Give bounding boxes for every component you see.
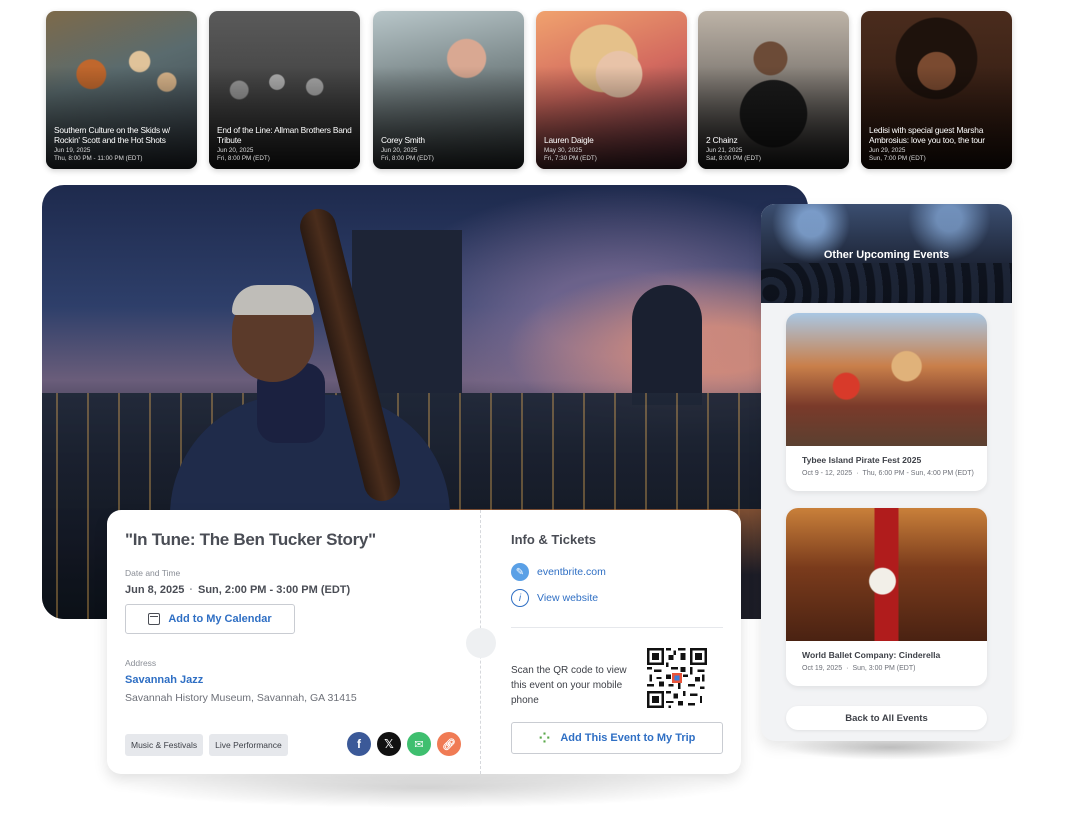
event-card[interactable]: Ledisi with special guest Marsha Ambrosi…	[861, 11, 1012, 169]
date-label: Date and Time	[125, 568, 181, 578]
event-card-date: Jun 29, 2025	[869, 147, 906, 154]
event-card[interactable]: Southern Culture on the Skids w/ Rockin'…	[46, 11, 197, 169]
event-card-title: Ledisi with special guest Marsha Ambrosi…	[869, 125, 985, 145]
website-link-label: View website	[537, 592, 599, 604]
sidebar-event-datetime: Oct 19, 2025 · Sun, 3:00 PM (EDT)	[802, 665, 916, 672]
tag-chip[interactable]: Live Performance	[209, 734, 288, 756]
sidebar-title: Other Upcoming Events	[823, 249, 950, 261]
dome-silhouette	[632, 285, 702, 405]
facebook-icon[interactable]: f	[347, 732, 371, 756]
sidebar-event-time: Thu, 6:00 PM - Sun, 4:00 PM (EDT)	[862, 470, 974, 477]
add-to-calendar-button[interactable]: Add to My Calendar	[125, 604, 295, 634]
sidebar-event-title: Tybee Island Pirate Fest 2025	[802, 455, 922, 465]
event-card-date: Jun 20, 2025	[381, 147, 418, 154]
sidebar-header: Other Upcoming Events	[761, 204, 1012, 303]
event-card-time: Fri, 8:00 PM (EDT)	[217, 154, 270, 162]
event-card[interactable]: End of the Line: Allman Brothers Band Tr…	[209, 11, 360, 169]
calendar-icon	[148, 613, 161, 625]
ticket-link-label: eventbrite.com	[537, 566, 606, 578]
info-icon: i	[511, 589, 529, 607]
event-card-date: Jun 20, 2025	[217, 147, 254, 154]
qr-instructions: Scan the QR code to view this event on y…	[511, 665, 627, 706]
event-card-date: Jun 21, 2025	[706, 147, 743, 154]
event-date: Jun 8, 2025	[125, 584, 185, 596]
sidebar-event-date: Oct 19, 2025	[802, 665, 843, 672]
event-card-date: Jun 19, 2025	[54, 147, 91, 154]
event-card-title: Southern Culture on the Skids w/ Rockin'…	[54, 125, 171, 145]
qr-code	[647, 648, 707, 708]
event-card-title: Corey Smith	[381, 135, 425, 145]
sidebar-event-time: Sun, 3:00 PM (EDT)	[852, 665, 916, 672]
event-image	[786, 508, 987, 641]
event-card-time: Thu, 8:00 PM - 11:00 PM (EDT)	[54, 154, 143, 162]
event-detail-panel: "In Tune: The Ben Tucker Story" Date and…	[107, 510, 741, 774]
share-buttons: f 𝕏 ✉ 🔗︎	[347, 732, 461, 756]
event-card-title: Lauren Daigle	[544, 135, 594, 145]
ticket-notch	[466, 628, 496, 658]
email-icon[interactable]: ✉	[407, 732, 431, 756]
address-label: Address	[125, 658, 157, 668]
add-to-trip-label: Add This Event to My Trip	[560, 732, 696, 744]
tag-chip[interactable]: Music & Festivals	[125, 734, 204, 756]
add-to-calendar-label: Add to My Calendar	[168, 613, 272, 625]
concert-crowd-image	[761, 263, 1012, 303]
event-time: Sun, 2:00 PM - 3:00 PM (EDT)	[198, 584, 351, 596]
sidebar-event-card[interactable]: Tybee Island Pirate Fest 2025 Oct 9 - 12…	[786, 313, 987, 491]
trip-pin-icon: ⁘	[538, 729, 551, 746]
sidebar-event-datetime: Oct 9 - 12, 2025 · Thu, 6:00 PM - Sun, 4:0…	[802, 470, 974, 477]
x-icon[interactable]: 𝕏	[377, 732, 401, 756]
event-card[interactable]: Corey Smith Jun 20, 2025 Fri, 8:00 PM (E…	[373, 11, 524, 169]
venue-link[interactable]: Savannah Jazz	[125, 674, 203, 686]
event-title: "In Tune: The Ben Tucker Story"	[125, 530, 376, 549]
ticket-icon: ✎	[511, 563, 529, 581]
event-card-time: Fri, 7:30 PM (EDT)	[544, 154, 597, 162]
sidebar-event-card[interactable]: World Ballet Company: Cinderella Oct 19,…	[786, 508, 987, 686]
link-icon[interactable]: 🔗︎	[437, 732, 461, 756]
upcoming-events-carousel: Southern Culture on the Skids w/ Rockin'…	[46, 11, 1013, 169]
sidebar-event-date: Oct 9 - 12, 2025	[802, 470, 853, 477]
event-card-time: Fri, 8:00 PM (EDT)	[381, 154, 434, 162]
event-card-time: Sun, 7:00 PM (EDT)	[869, 154, 926, 162]
sidebar-event-title: World Ballet Company: Cinderella	[802, 650, 941, 660]
website-link[interactable]: i View website	[511, 589, 598, 607]
back-to-all-events-button[interactable]: Back to All Events	[786, 706, 987, 730]
event-card-date: May 30, 2025	[544, 147, 583, 154]
event-card-title: End of the Line: Allman Brothers Band Tr…	[217, 125, 352, 145]
event-card[interactable]: 2 Chainz Jun 21, 2025 Sat, 8:00 PM (EDT)	[698, 11, 849, 169]
add-to-trip-button[interactable]: ⁘ Add This Event to My Trip	[511, 722, 723, 754]
event-tags: Music & Festivals Live Performance	[125, 734, 288, 756]
event-card-title: 2 Chainz	[706, 135, 738, 145]
info-tickets-heading: Info & Tickets	[511, 532, 597, 547]
event-card[interactable]: Lauren Daigle May 30, 2025 Fri, 7:30 PM …	[536, 11, 687, 169]
event-card-time: Sat, 8:00 PM (EDT)	[706, 154, 761, 162]
event-image	[786, 313, 987, 446]
event-datetime: Jun 8, 2025 · Sun, 2:00 PM - 3:00 PM (EDT)	[125, 584, 351, 596]
venue-address: Savannah History Museum, Savannah, GA 31…	[125, 692, 357, 704]
other-events-sidebar: Other Upcoming Events Tybee Island Pirat…	[761, 204, 1012, 741]
ticket-link[interactable]: ✎ eventbrite.com	[511, 563, 606, 581]
